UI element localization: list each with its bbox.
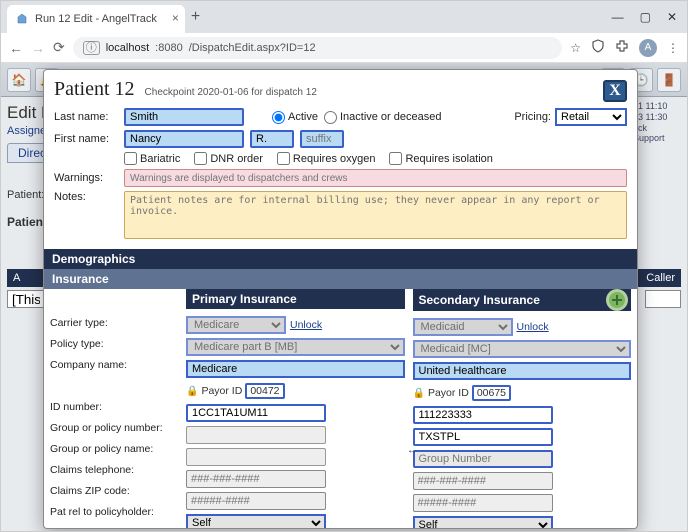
middle-initial-input[interactable] bbox=[250, 130, 294, 148]
primary-insurance-header: Primary Insurance bbox=[186, 289, 405, 311]
secondary-insurance-column: Secondary Insurance Medicaid Unlock Medic… bbox=[413, 289, 632, 522]
url-host: localhost bbox=[106, 42, 149, 54]
primary-unlock-link[interactable]: Unlock bbox=[290, 319, 322, 331]
inactive-radio[interactable] bbox=[324, 111, 337, 124]
lock-icon: 🔒 bbox=[413, 388, 425, 399]
patient-modal: Patient 12 Checkpoint 2020-01-06 for dis… bbox=[43, 69, 638, 529]
swap-insurance-icon[interactable]: ↔ bbox=[407, 445, 417, 456]
shield-icon[interactable] bbox=[591, 39, 605, 56]
modal-title: Patient 12 bbox=[54, 78, 135, 101]
primary-policy-select: Medicare part B [MB] bbox=[186, 338, 405, 356]
firstname-input[interactable] bbox=[124, 130, 244, 148]
secondary-claimstel-input[interactable] bbox=[413, 472, 553, 490]
demographics-bar[interactable]: Demographics bbox=[44, 249, 637, 269]
new-tab-button[interactable]: + bbox=[191, 8, 200, 26]
modal-subtitle: Checkpoint 2020-01-06 for dispatch 12 bbox=[145, 87, 317, 98]
label-patrel: Pat rel to policyholder: bbox=[50, 501, 178, 522]
bariatric-checkbox[interactable] bbox=[124, 152, 137, 165]
site-info-icon[interactable]: ⓘ bbox=[83, 41, 100, 55]
primary-carrier-select: Medicare bbox=[186, 316, 286, 334]
secondary-carrier-select: Medicaid bbox=[413, 318, 513, 336]
url-path: /DispatchEdit.aspx?ID=12 bbox=[189, 42, 316, 54]
label-payorid bbox=[50, 376, 178, 397]
lastname-input[interactable] bbox=[124, 108, 244, 126]
primary-payor-id[interactable]: 00472 bbox=[245, 383, 284, 399]
backdrop-cell-right[interactable] bbox=[645, 290, 681, 308]
oxygen-checkbox[interactable] bbox=[277, 152, 290, 165]
favicon bbox=[15, 12, 29, 26]
primary-claimstel-input[interactable] bbox=[186, 470, 326, 488]
browser-tab[interactable]: Run 12 Edit - AngelTrack × bbox=[7, 5, 185, 33]
tab-title: Run 12 Edit - AngelTrack bbox=[35, 13, 157, 25]
inactive-label: Inactive or deceased bbox=[340, 111, 442, 123]
primary-insurance-column: Primary Insurance Medicare Unlock Medicar… bbox=[186, 289, 405, 522]
label-groupname: Group or policy name: bbox=[50, 438, 178, 459]
window-maximize-icon[interactable]: ▢ bbox=[640, 10, 651, 24]
secondary-unlock-link[interactable]: Unlock bbox=[517, 321, 549, 333]
modal-close-button[interactable]: X bbox=[603, 80, 627, 102]
primary-idnumber-input[interactable] bbox=[186, 404, 326, 422]
pricing-select[interactable]: Retail bbox=[555, 108, 627, 126]
profile-avatar[interactable]: A bbox=[639, 39, 657, 57]
primary-payor-label: Payor ID bbox=[201, 385, 242, 397]
notes-label: Notes: bbox=[54, 191, 118, 203]
tab-close-icon[interactable]: × bbox=[172, 11, 179, 25]
url-port: :8080 bbox=[155, 42, 183, 54]
suffix-input[interactable] bbox=[300, 130, 344, 148]
bookmark-star-icon[interactable]: ☆ bbox=[570, 41, 581, 55]
notes-textarea[interactable] bbox=[124, 191, 627, 239]
pricing-label: Pricing: bbox=[514, 111, 551, 123]
label-company: Company name: bbox=[50, 355, 178, 376]
nav-back-icon[interactable]: ← bbox=[9, 40, 23, 56]
toolbar-door-icon[interactable]: 🚪 bbox=[657, 68, 681, 92]
col-caller: Caller bbox=[646, 272, 675, 284]
isolation-checkbox[interactable] bbox=[389, 152, 402, 165]
label-claimszip: Claims ZIP code: bbox=[50, 480, 178, 501]
primary-groupnumber-input[interactable] bbox=[186, 426, 326, 444]
primary-company-input[interactable] bbox=[186, 360, 405, 378]
nav-forward-icon: → bbox=[31, 40, 45, 56]
primary-claimszip-input[interactable] bbox=[186, 492, 326, 510]
window-close-icon[interactable]: ✕ bbox=[667, 10, 677, 24]
col-a: A bbox=[13, 272, 20, 284]
insurance-bar[interactable]: Insurance bbox=[44, 269, 637, 289]
nav-reload-icon[interactable]: ⟳ bbox=[53, 39, 65, 56]
secondary-groupnumber-input[interactable] bbox=[413, 428, 553, 446]
browser-menu-icon[interactable]: ⋮ bbox=[667, 41, 679, 55]
secondary-payor-id[interactable]: 00675 bbox=[472, 385, 511, 401]
secondary-claimszip-input[interactable] bbox=[413, 494, 553, 512]
label-carrier: Carrier type: bbox=[50, 313, 178, 334]
toolbar-home-icon[interactable]: 🏠 bbox=[7, 68, 31, 92]
label-idnum: ID number: bbox=[50, 397, 178, 418]
backdrop-cell[interactable] bbox=[7, 290, 45, 308]
add-insurance-icon[interactable] bbox=[609, 292, 625, 308]
dnr-checkbox[interactable] bbox=[194, 152, 207, 165]
label-claimstel: Claims telephone: bbox=[50, 459, 178, 480]
browser-address-bar: ← → ⟳ ⓘ localhost :8080/DispatchEdit.aspx… bbox=[1, 33, 687, 63]
secondary-company-input[interactable] bbox=[413, 362, 632, 380]
secondary-policy-select: Medicaid [MC] bbox=[413, 340, 632, 358]
secondary-patrel-select[interactable]: Self bbox=[413, 516, 553, 528]
primary-groupname-input[interactable] bbox=[186, 448, 326, 466]
firstname-label: First name: bbox=[54, 133, 118, 145]
warnings-input[interactable] bbox=[124, 169, 627, 187]
secondary-payor-label: Payor ID bbox=[428, 387, 469, 399]
lock-icon: 🔒 bbox=[186, 386, 198, 397]
insurance-row-labels: Carrier type: Policy type: Company name:… bbox=[50, 289, 178, 522]
active-radio[interactable] bbox=[272, 111, 285, 124]
primary-patrel-select[interactable]: Self bbox=[186, 514, 326, 528]
warnings-label: Warnings: bbox=[54, 172, 118, 184]
secondary-idnumber-input[interactable] bbox=[413, 406, 553, 424]
label-groupnum: Group or policy number: bbox=[50, 418, 178, 439]
browser-titlebar: Run 12 Edit - AngelTrack × + — ▢ ✕ bbox=[1, 1, 687, 33]
secondary-insurance-header: Secondary Insurance bbox=[413, 289, 632, 313]
label-policy: Policy type: bbox=[50, 334, 178, 355]
window-minimize-icon[interactable]: — bbox=[612, 10, 624, 24]
active-label: Active bbox=[288, 111, 318, 123]
patient-label: Patient: bbox=[7, 189, 44, 201]
lastname-label: Last name: bbox=[54, 111, 118, 123]
url-box[interactable]: ⓘ localhost :8080/DispatchEdit.aspx?ID=12 bbox=[73, 37, 563, 59]
extensions-icon[interactable] bbox=[615, 39, 629, 56]
secondary-groupname-input[interactable] bbox=[413, 450, 553, 468]
